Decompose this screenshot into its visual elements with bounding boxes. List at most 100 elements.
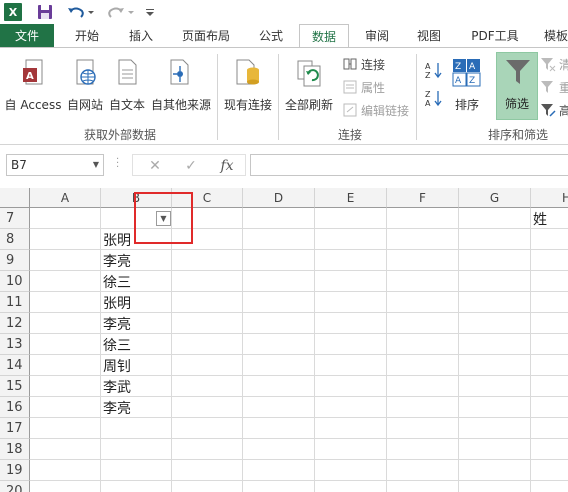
table-cell[interactable] bbox=[531, 334, 568, 355]
table-cell[interactable] bbox=[531, 397, 568, 418]
table-cell[interactable] bbox=[531, 439, 568, 460]
row-header[interactable]: 16 bbox=[0, 397, 30, 418]
table-cell[interactable] bbox=[30, 460, 101, 481]
redo-icon[interactable] bbox=[106, 2, 136, 22]
table-cell[interactable] bbox=[459, 397, 531, 418]
table-cell[interactable] bbox=[30, 334, 101, 355]
filter-button[interactable]: 筛选 bbox=[496, 52, 538, 120]
reapply-button[interactable]: 重 bbox=[540, 77, 568, 97]
table-cell[interactable] bbox=[531, 460, 568, 481]
table-cell[interactable] bbox=[172, 292, 243, 313]
table-cell[interactable] bbox=[531, 250, 568, 271]
save-icon[interactable] bbox=[36, 2, 54, 22]
table-cell[interactable] bbox=[172, 481, 243, 492]
formula-bar-grip-icon[interactable]: · · · bbox=[116, 155, 119, 173]
table-cell[interactable] bbox=[243, 376, 315, 397]
tab-page-layout[interactable]: 页面布局 bbox=[172, 24, 240, 48]
row-header[interactable]: 18 bbox=[0, 439, 30, 460]
table-cell[interactable] bbox=[172, 313, 243, 334]
table-cell[interactable] bbox=[315, 418, 387, 439]
table-cell[interactable] bbox=[30, 418, 101, 439]
table-cell[interactable] bbox=[387, 271, 459, 292]
row-header[interactable]: 12 bbox=[0, 313, 30, 334]
table-cell[interactable] bbox=[459, 439, 531, 460]
table-cell[interactable] bbox=[172, 439, 243, 460]
table-cell[interactable] bbox=[531, 313, 568, 334]
tab-home[interactable]: 开始 bbox=[62, 24, 112, 48]
table-cell[interactable] bbox=[243, 460, 315, 481]
table-cell[interactable] bbox=[101, 418, 172, 439]
table-cell[interactable] bbox=[315, 271, 387, 292]
table-cell[interactable] bbox=[315, 334, 387, 355]
sort-descending-button[interactable]: ZA bbox=[424, 88, 444, 108]
tab-data[interactable]: 数据 bbox=[299, 24, 349, 49]
table-cell[interactable] bbox=[243, 397, 315, 418]
table-cell[interactable] bbox=[30, 208, 101, 229]
table-cell[interactable] bbox=[172, 334, 243, 355]
properties-button[interactable]: 属性 bbox=[342, 77, 385, 97]
table-cell[interactable] bbox=[315, 460, 387, 481]
table-cell[interactable] bbox=[531, 292, 568, 313]
table-cell[interactable] bbox=[387, 208, 459, 229]
chevron-down-icon[interactable]: ▼ bbox=[93, 155, 99, 175]
insert-function-icon[interactable]: fx bbox=[217, 157, 237, 175]
table-cell[interactable] bbox=[243, 208, 315, 229]
table-cell[interactable] bbox=[30, 355, 101, 376]
table-cell[interactable] bbox=[315, 355, 387, 376]
table-cell[interactable] bbox=[459, 208, 531, 229]
undo-icon[interactable] bbox=[66, 2, 96, 22]
from-other-sources-button[interactable]: 自其他来源 bbox=[148, 54, 214, 118]
column-header[interactable]: G bbox=[459, 188, 531, 208]
tab-file[interactable]: 文件 bbox=[0, 24, 54, 48]
worksheet-grid[interactable]: A B C D E F G H 7 姓 8 张明 9 李亮 10 徐三 11 张明 12 李亮 13 徐三 14 周钊 15 李武… bbox=[0, 188, 568, 492]
clear-filter-button[interactable]: 清 bbox=[540, 54, 568, 74]
table-cell[interactable] bbox=[243, 439, 315, 460]
table-cell[interactable] bbox=[172, 271, 243, 292]
table-cell[interactable] bbox=[172, 397, 243, 418]
advanced-filter-button[interactable]: 高 bbox=[540, 100, 568, 120]
table-cell[interactable] bbox=[172, 460, 243, 481]
table-cell[interactable] bbox=[243, 271, 315, 292]
row-header[interactable]: 7 bbox=[0, 208, 30, 229]
table-cell[interactable] bbox=[531, 355, 568, 376]
cancel-icon[interactable]: ✕ bbox=[145, 157, 165, 175]
table-cell[interactable] bbox=[387, 292, 459, 313]
table-cell[interactable] bbox=[30, 271, 101, 292]
table-cell[interactable] bbox=[30, 292, 101, 313]
table-cell[interactable] bbox=[315, 313, 387, 334]
table-cell[interactable] bbox=[459, 376, 531, 397]
table-cell[interactable] bbox=[30, 481, 101, 492]
tab-review[interactable]: 审阅 bbox=[354, 24, 400, 48]
table-cell[interactable] bbox=[30, 313, 101, 334]
edit-links-button[interactable]: 编辑链接 bbox=[342, 100, 409, 120]
table-cell[interactable] bbox=[459, 313, 531, 334]
table-cell[interactable] bbox=[315, 397, 387, 418]
table-cell[interactable] bbox=[459, 481, 531, 492]
table-cell[interactable] bbox=[172, 418, 243, 439]
table-cell[interactable] bbox=[387, 481, 459, 492]
table-cell[interactable] bbox=[315, 439, 387, 460]
connections-button[interactable]: 连接 bbox=[342, 54, 385, 74]
table-cell[interactable] bbox=[243, 313, 315, 334]
table-cell[interactable] bbox=[459, 334, 531, 355]
table-cell[interactable] bbox=[243, 292, 315, 313]
tab-insert[interactable]: 插入 bbox=[116, 24, 166, 48]
table-cell[interactable] bbox=[172, 250, 243, 271]
table-cell[interactable] bbox=[172, 376, 243, 397]
enter-icon[interactable]: ✓ bbox=[181, 157, 201, 175]
table-cell[interactable] bbox=[315, 292, 387, 313]
table-cell[interactable] bbox=[459, 418, 531, 439]
column-header[interactable]: E bbox=[315, 188, 387, 208]
table-cell[interactable] bbox=[315, 208, 387, 229]
from-access-button[interactable]: A 自 Access bbox=[2, 54, 64, 118]
table-cell[interactable] bbox=[459, 460, 531, 481]
table-cell[interactable] bbox=[387, 460, 459, 481]
table-cell[interactable] bbox=[172, 355, 243, 376]
from-text-button[interactable]: 自文本 bbox=[106, 54, 148, 118]
formula-input[interactable] bbox=[250, 154, 568, 176]
row-header[interactable]: 9 bbox=[0, 250, 30, 271]
table-cell[interactable] bbox=[387, 418, 459, 439]
row-header[interactable]: 10 bbox=[0, 271, 30, 292]
table-cell[interactable] bbox=[387, 313, 459, 334]
table-cell[interactable] bbox=[243, 481, 315, 492]
